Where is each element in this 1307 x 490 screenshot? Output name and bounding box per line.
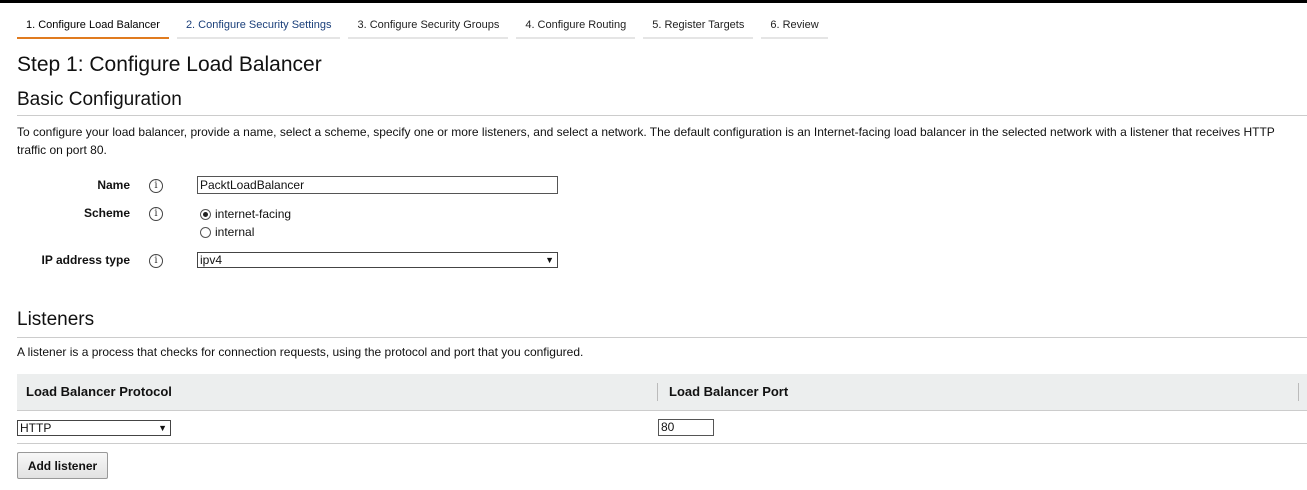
port-input[interactable]: 80 <box>658 419 714 436</box>
info-icon[interactable]: i <box>149 179 163 193</box>
ip-address-type-value: ipv4 <box>200 253 223 267</box>
tab-configure-load-balancer[interactable]: 1. Configure Load Balancer <box>17 16 169 39</box>
name-row: Name i PacktLoadBalancer <box>0 175 600 197</box>
scheme-row: Scheme i internet-facing internal <box>0 203 600 243</box>
info-icon[interactable]: i <box>149 254 163 268</box>
basic-configuration-description: To configure your load balancer, provide… <box>17 125 1275 157</box>
listeners-description: A listener is a process that checks for … <box>17 345 584 359</box>
radio-checked-icon[interactable] <box>200 208 211 220</box>
listeners-table-header: Load Balancer Protocol Load Balancer Por… <box>17 374 1307 411</box>
divider <box>17 115 1307 116</box>
add-listener-button[interactable]: Add listener <box>17 452 108 479</box>
scheme-label: Scheme <box>83 206 130 220</box>
table-row-divider <box>17 443 1307 444</box>
radio-unchecked-icon[interactable] <box>200 226 211 238</box>
ip-address-type-label: IP address type <box>41 253 131 267</box>
info-icon[interactable]: i <box>149 207 163 221</box>
name-label: Name <box>97 178 130 192</box>
scheme-option-internet-facing[interactable]: internet-facing <box>200 207 291 221</box>
protocol-select[interactable]: HTTP ▼ <box>17 420 171 436</box>
tab-configure-routing[interactable]: 4. Configure Routing <box>516 16 636 39</box>
scheme-option-label: internal <box>215 225 255 239</box>
scheme-option-label: internet-facing <box>215 207 292 221</box>
column-divider <box>1298 383 1299 401</box>
scheme-option-internal[interactable]: internal <box>200 225 254 239</box>
page-title: Step 1: Configure Load Balancer <box>17 53 322 76</box>
chevron-down-icon: ▼ <box>545 255 554 265</box>
tab-configure-security-settings[interactable]: 2. Configure Security Settings <box>176 16 341 39</box>
tab-configure-security-groups[interactable]: 3. Configure Security Groups <box>348 16 509 39</box>
ip-address-type-row: IP address type i ipv4 ▼ <box>0 250 600 272</box>
column-header-port: Load Balancer Port <box>669 384 789 399</box>
listeners-heading: Listeners <box>17 309 95 330</box>
name-input[interactable]: PacktLoadBalancer <box>197 176 558 194</box>
tab-register-targets[interactable]: 5. Register Targets <box>643 16 754 39</box>
wizard-tabs: 1. Configure Load Balancer 2. Configure … <box>17 16 836 39</box>
tab-review[interactable]: 6. Review <box>761 16 828 39</box>
column-header-protocol: Load Balancer Protocol <box>26 384 172 399</box>
column-divider <box>657 383 658 401</box>
chevron-down-icon: ▼ <box>158 423 167 433</box>
protocol-value: HTTP <box>20 421 52 435</box>
divider <box>17 337 1307 338</box>
basic-configuration-heading: Basic Configuration <box>17 89 182 110</box>
ip-address-type-select[interactable]: ipv4 ▼ <box>197 252 558 268</box>
